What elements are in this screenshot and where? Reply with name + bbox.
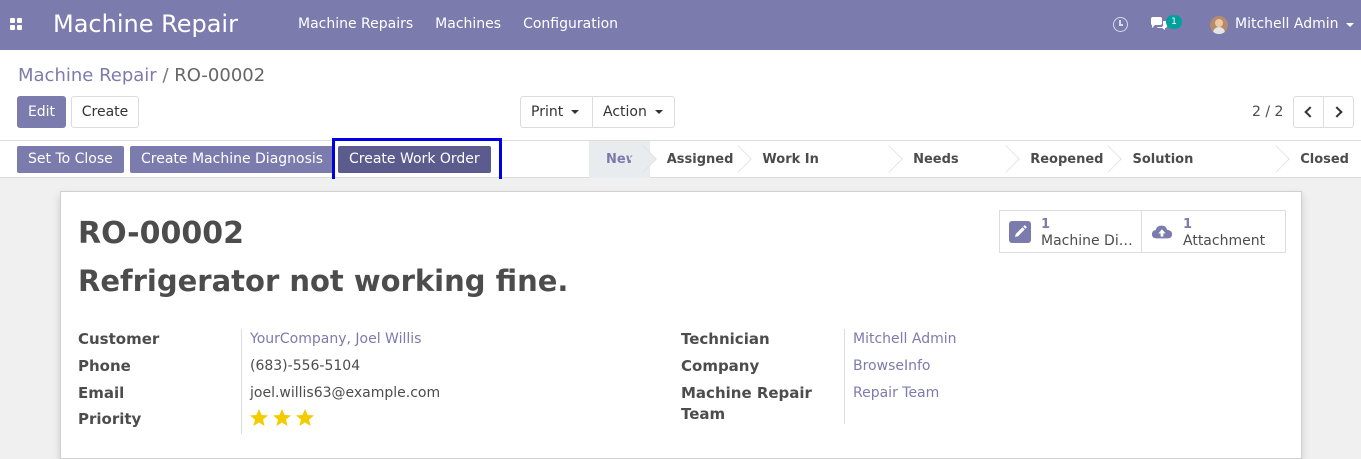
phone-value: (683)-556-5104 [250,358,361,374]
action-dropdown[interactable]: Action [592,96,675,128]
team-value[interactable]: Repair Team [853,383,939,404]
edit-pencil-icon [1009,221,1031,243]
stage-assigned[interactable]: Assigned [650,141,746,178]
phone-label: Phone [78,357,131,375]
breadcrumb-current: RO-00002 [174,65,266,86]
email-label: Email [78,384,125,402]
create-button[interactable]: Create [71,96,139,128]
stage-needs-reply[interactable]: Needs Reply [896,141,1013,204]
diagnosis-label: Machine Diagnosis [1041,233,1141,249]
menu-machine-repairs[interactable]: Machine Repairs [298,16,413,32]
user-avatar[interactable] [1210,16,1228,34]
apps-menu-icon[interactable] [10,18,24,32]
stage-pipeline: New Assigned Work In Progress Needs Repl… [589,141,1361,204]
left-group-divider [241,329,242,434]
chevron-right-icon [1331,106,1343,118]
chat-count-badge: 1 [1166,15,1182,29]
attachment-smart-button[interactable]: 1 Attachment [1142,210,1286,253]
pager-next-button[interactable] [1323,96,1354,128]
technician-label: Technician [681,330,770,348]
smart-buttons: 1 Machine Diagnosis 1 Attachment [999,210,1286,253]
print-label: Print [531,104,564,120]
star-icon-1[interactable] [249,408,269,428]
main-menu: Machine Repairs Machines Configuration [298,16,640,32]
customer-label: Customer [78,330,160,348]
print-dropdown[interactable]: Print [520,96,593,128]
action-caret-icon [654,110,663,114]
star-icon-3[interactable] [295,408,315,428]
record-title: Refrigerator not working fine. [78,264,569,298]
stage-closed[interactable]: Closed [1283,141,1361,178]
stage-work-in-progress[interactable]: Work In Progress [745,141,896,204]
breadcrumb-parent[interactable]: Machine Repair [18,65,157,86]
record-reference: RO-00002 [78,216,244,251]
team-label-line-1: Machine Repair [681,384,812,402]
priority-stars [249,408,315,428]
attachment-count: 1 [1183,217,1193,232]
action-label: Action [603,104,647,120]
menu-machines[interactable]: Machines [435,16,501,32]
attachment-label: Attachment [1183,233,1266,249]
activity-clock-icon[interactable] [1113,17,1128,32]
print-caret-icon [571,110,580,114]
email-value: joel.willis63@example.com [250,385,441,401]
pager-value[interactable]: 2 / 2 [1252,104,1283,120]
machine-diagnosis-smart-button[interactable]: 1 Machine Diagnosis [999,210,1142,253]
user-menu-caret-icon[interactable] [1346,23,1354,27]
stage-solution-suggested[interactable]: Solution Suggested [1115,141,1283,204]
menu-configuration[interactable]: Configuration [523,16,618,32]
customer-value[interactable]: YourCompany, Joel Willis [250,329,421,350]
user-name[interactable]: Mitchell Admin [1235,16,1339,32]
breadcrumb-separator: / [162,65,169,86]
edit-button[interactable]: Edit [17,96,66,128]
star-icon-2[interactable] [272,408,292,428]
breadcrumb: Machine Repair / RO-00002 [18,65,265,86]
pager-previous-button[interactable] [1293,96,1324,128]
create-work-order-button[interactable]: Create Work Order [338,146,491,173]
form-sheet: 1 Machine Diagnosis 1 Attachment RO-0000… [60,191,1302,459]
chevron-left-icon [1304,106,1316,118]
create-machine-diagnosis-button[interactable]: Create Machine Diagnosis [130,146,335,173]
company-value[interactable]: BrowseInfo [853,356,930,377]
set-to-close-button[interactable]: Set To Close [17,146,124,173]
form-statusbar: Set To Close Create Machine Diagnosis Cr… [0,141,1361,204]
control-panel: Machine Repair / RO-00002 Edit Create Pr… [0,50,1361,141]
app-title[interactable]: Machine Repair [53,10,238,38]
stage-reopened[interactable]: Reopened [1013,141,1115,178]
stage-new[interactable]: New [589,141,650,178]
technician-value[interactable]: Mitchell Admin [853,329,957,350]
cloud-upload-icon [1151,225,1173,239]
top-navbar: Machine Repair Machine Repairs Machines … [0,0,1361,50]
diagnosis-count: 1 [1041,217,1051,232]
company-label: Company [681,357,760,375]
team-label-line-2: Team [681,405,726,423]
right-group-divider [844,329,845,424]
priority-label: Priority [78,410,142,428]
